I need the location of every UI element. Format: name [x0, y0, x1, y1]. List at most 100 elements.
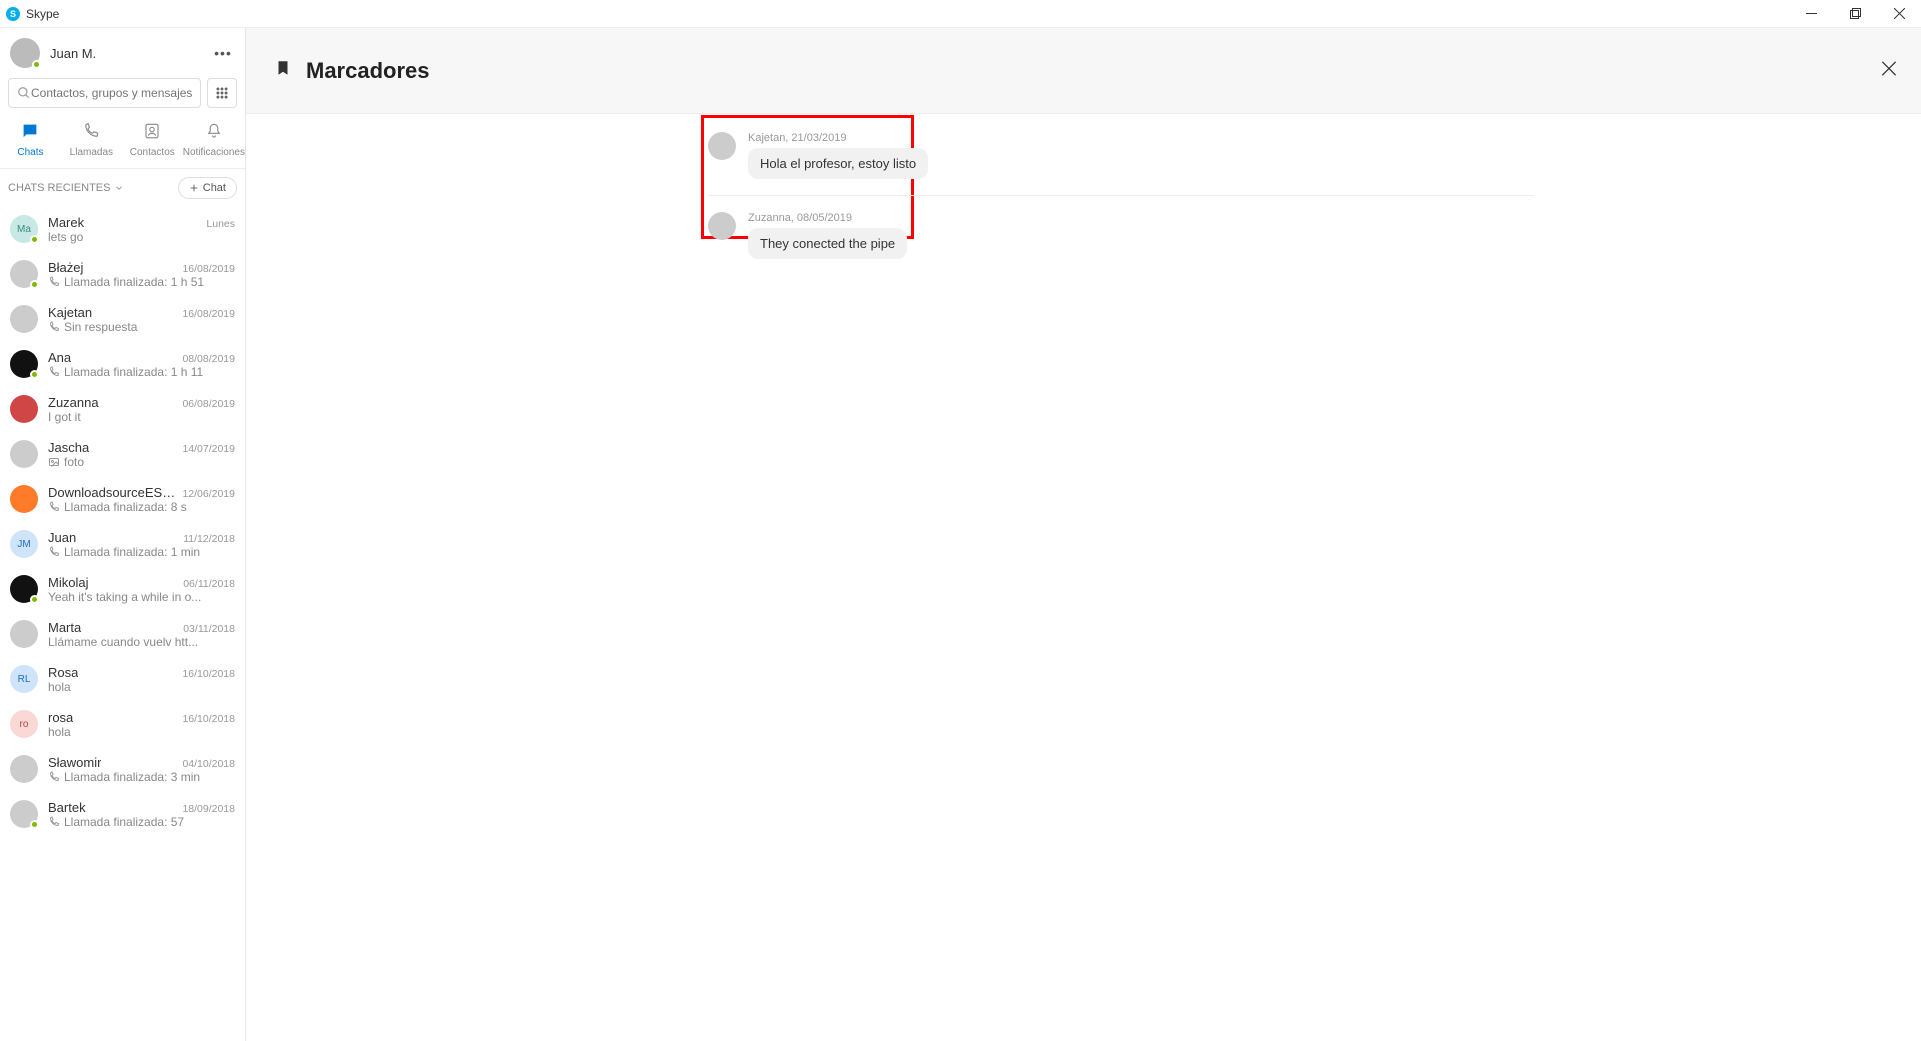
chat-name: Sławomir — [48, 755, 101, 770]
avatar — [10, 395, 38, 423]
tab-label: Chats — [17, 147, 43, 158]
chat-preview: Llamada finalizada: 57 — [48, 815, 235, 829]
avatar — [10, 38, 40, 68]
chat-name: Rosa — [48, 665, 78, 680]
close-panel-button[interactable] — [1879, 58, 1899, 83]
chat-list-item[interactable]: Zuzanna06/08/2019I got it — [0, 387, 245, 432]
chat-name: rosa — [48, 710, 73, 725]
bookmark-message[interactable]: Zuzanna, 08/05/2019 They conected the pip… — [708, 204, 1534, 267]
chat-list-item[interactable]: Bartek18/09/2018Llamada finalizada: 57 — [0, 792, 245, 837]
status-online-icon — [32, 60, 41, 69]
chat-name: Kajetan — [48, 305, 92, 320]
avatar — [10, 305, 38, 333]
tab-notifications[interactable]: Notificaciones — [183, 116, 245, 168]
plus-icon — [189, 183, 199, 193]
recent-chats-header[interactable]: CHATS RECIENTES — [8, 182, 124, 194]
chat-preview: hola — [48, 725, 235, 739]
window-maximize-button[interactable] — [1833, 0, 1877, 28]
tab-label: Contactos — [130, 147, 175, 158]
avatar: ro — [10, 710, 38, 738]
chat-name: Błażej — [48, 260, 83, 275]
more-menu-button[interactable]: ••• — [211, 45, 235, 61]
chat-list-item[interactable]: Mikolaj06/11/2018Yeah it's taking a whil… — [0, 567, 245, 612]
page-title: Marcadores — [306, 58, 430, 84]
status-online-icon — [30, 370, 39, 379]
avatar — [10, 350, 38, 378]
contacts-icon — [122, 122, 183, 140]
tab-calls[interactable]: Llamadas — [61, 116, 122, 168]
chat-date: 16/10/2018 — [182, 713, 235, 725]
bell-icon — [183, 122, 245, 140]
chat-list-item[interactable]: rorosa 16/10/2018hola — [0, 702, 245, 747]
close-icon — [1879, 58, 1899, 78]
dialpad-button[interactable] — [207, 78, 237, 108]
search-input[interactable] — [31, 86, 192, 100]
chat-list-item[interactable]: Kajetan16/08/2019Sin respuesta — [0, 297, 245, 342]
status-online-icon — [30, 820, 39, 829]
chat-name: Zuzanna — [48, 395, 99, 410]
chat-name: Jascha — [48, 440, 89, 455]
separator — [708, 195, 1534, 196]
chat-list-item[interactable]: Marta03/11/2018Llámame cuando vuelv htt.… — [0, 612, 245, 657]
chat-preview: Llamada finalizada: 1 min — [48, 545, 235, 559]
avatar — [10, 800, 38, 828]
window-close-button[interactable] — [1877, 0, 1921, 28]
dialpad-icon — [215, 86, 229, 100]
chat-preview: Yeah it's taking a while in o... — [48, 590, 235, 604]
chat-preview: lets go — [48, 230, 235, 244]
message-bubble: They conected the pipe — [748, 228, 907, 259]
current-user[interactable]: Juan M. — [10, 38, 96, 68]
chat-name: DownloadsourceES España — [48, 485, 176, 500]
status-online-icon — [30, 280, 39, 289]
chat-preview: I got it — [48, 410, 235, 424]
search-box[interactable] — [8, 78, 201, 108]
bookmarks-body: Kajetan, 21/03/2019Hola el profesor, est… — [246, 114, 1921, 1041]
chat-date: 11/12/2018 — [183, 533, 235, 545]
avatar: Ma — [10, 215, 38, 243]
tab-label: Notificaciones — [183, 147, 245, 158]
chat-list-item[interactable]: Sławomir04/10/2018Llamada finalizada: 3 … — [0, 747, 245, 792]
chat-date: Lunes — [206, 218, 235, 230]
chat-name: Ana — [48, 350, 71, 365]
chat-preview: foto — [48, 455, 235, 469]
chat-preview: Llamada finalizada: 1 h 11 — [48, 365, 235, 379]
chat-preview: Llamada finalizada: 1 h 51 — [48, 275, 235, 289]
avatar — [708, 132, 736, 160]
chat-list-item[interactable]: JMJuan11/12/2018Llamada finalizada: 1 mi… — [0, 522, 245, 567]
chat-list-item[interactable]: RLRosa16/10/2018hola — [0, 657, 245, 702]
chat-date: 06/11/2018 — [183, 578, 235, 590]
avatar — [10, 575, 38, 603]
new-chat-button[interactable]: Chat — [178, 177, 237, 199]
chat-list-item[interactable]: DownloadsourceES España12/06/2019Llamada… — [0, 477, 245, 522]
chat-date: 04/10/2018 — [182, 758, 235, 770]
tab-label: Llamadas — [70, 147, 113, 158]
bookmark-meta: Kajetan, 21/03/2019 — [748, 132, 928, 144]
chat-list-item[interactable]: Błażej16/08/2019Llamada finalizada: 1 h … — [0, 252, 245, 297]
skype-logo-icon: S — [6, 7, 20, 21]
window-minimize-button[interactable] — [1789, 0, 1833, 28]
chat-icon — [0, 122, 61, 140]
main-header: Marcadores — [246, 28, 1921, 114]
chat-date: 14/07/2019 — [182, 443, 235, 455]
chat-name: Marta — [48, 620, 81, 635]
window-title: Skype — [26, 7, 59, 21]
avatar — [10, 620, 38, 648]
chevron-down-icon — [114, 183, 124, 193]
bookmark-meta: Zuzanna, 08/05/2019 — [748, 212, 907, 224]
window-titlebar: S Skype — [0, 0, 1921, 28]
main-panel: Marcadores Kajetan, 21/03/2019Hola el pr… — [246, 28, 1921, 1041]
tab-chats[interactable]: Chats — [0, 116, 61, 168]
status-online-icon — [30, 595, 39, 604]
tab-contacts[interactable]: Contactos — [122, 116, 183, 168]
status-online-icon — [30, 235, 39, 244]
avatar — [10, 755, 38, 783]
chat-list[interactable]: MaMarekLuneslets goBłażej16/08/2019Llama… — [0, 207, 245, 1041]
chat-name: Juan — [48, 530, 76, 545]
chat-list-item[interactable]: Ana08/08/2019Llamada finalizada: 1 h 11 — [0, 342, 245, 387]
bookmark-message[interactable]: Kajetan, 21/03/2019Hola el profesor, est… — [708, 124, 1534, 187]
chat-date: 12/06/2019 — [182, 488, 235, 500]
avatar: RL — [10, 665, 38, 693]
chat-list-item[interactable]: MaMarekLuneslets go — [0, 207, 245, 252]
chat-list-item[interactable]: Jascha 14/07/2019foto — [0, 432, 245, 477]
avatar — [10, 485, 38, 513]
